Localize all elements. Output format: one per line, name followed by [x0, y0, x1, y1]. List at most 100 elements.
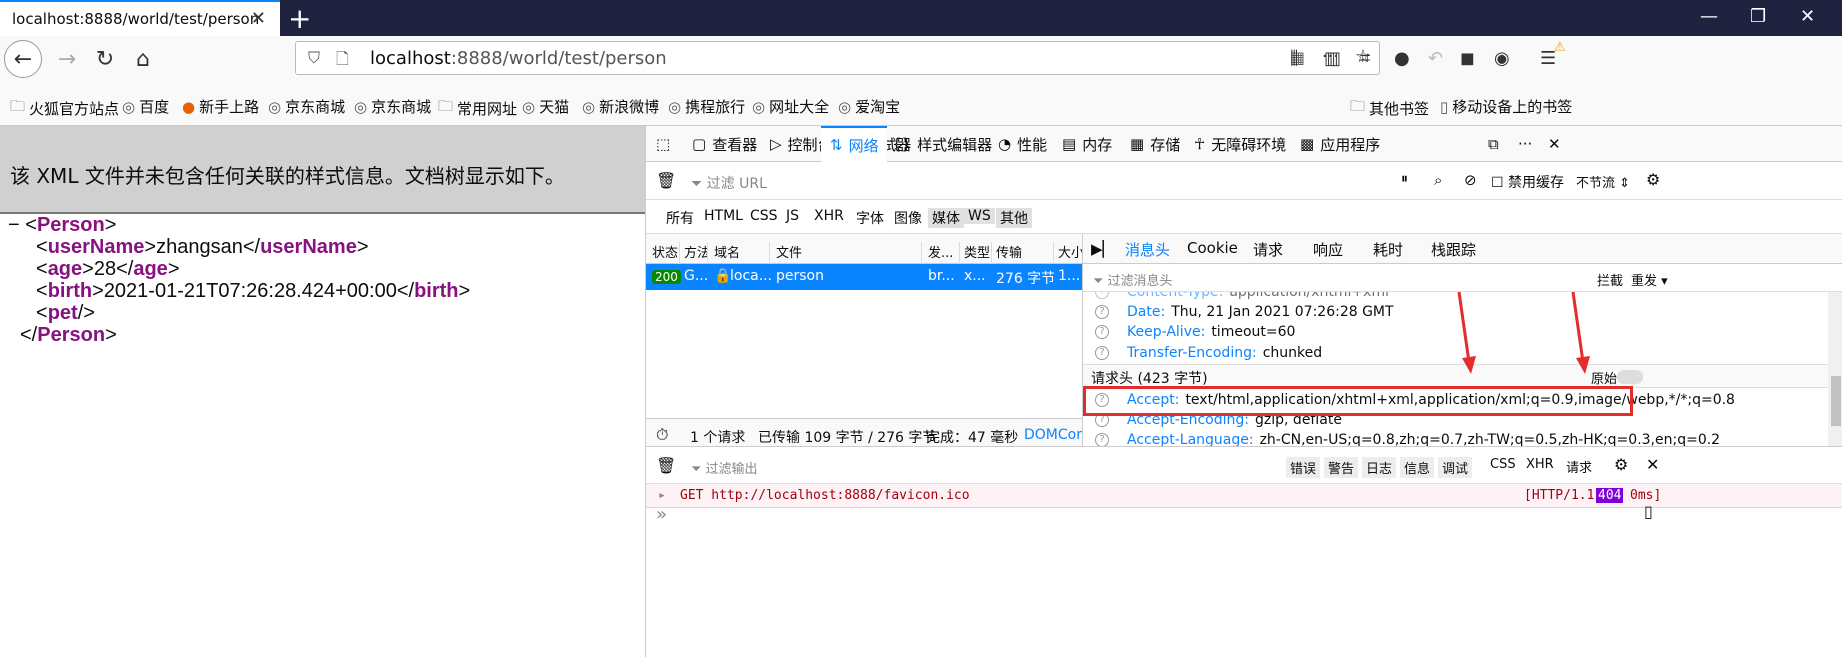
- library-icon[interactable]: ⫼: [1290, 48, 1298, 69]
- col-status[interactable]: 状态: [652, 242, 680, 264]
- home-button[interactable]: ⌂: [124, 40, 162, 78]
- bookmark-item[interactable]: 🗀 火狐官方站点: [10, 96, 119, 121]
- extension-icon[interactable]: ◼: [1460, 48, 1475, 69]
- trash-icon[interactable]: 🗑: [656, 456, 676, 475]
- expand-icon[interactable]: ▸: [658, 488, 666, 503]
- dock-icon[interactable]: ⧉: [1488, 126, 1499, 162]
- console-error-row[interactable]: ▸ GET http://localhost:8888/favicon.ico …: [646, 484, 1842, 508]
- bookmark-item[interactable]: ◎ 新浪微博: [582, 96, 659, 117]
- type-media[interactable]: 媒体: [928, 208, 964, 228]
- tab-style-editor[interactable]: {} 样式编辑器: [892, 126, 992, 162]
- tab-storage[interactable]: ▦ 存储: [1130, 126, 1180, 162]
- bookmark-item[interactable]: ◎ 网址大全: [752, 96, 829, 117]
- type-css[interactable]: CSS: [746, 208, 782, 224]
- tab-response[interactable]: 响应: [1313, 239, 1343, 260]
- bookmark-item[interactable]: ◎ 携程旅行: [668, 96, 745, 117]
- tab-memory[interactable]: ▤ 内存: [1062, 126, 1112, 162]
- scrollbar-thumb[interactable]: [1831, 376, 1841, 426]
- block-button[interactable]: 拦截: [1597, 270, 1623, 289]
- bookmark-item[interactable]: 🗀 常用网址: [438, 96, 517, 121]
- bookmark-item[interactable]: ◎ 爱淘宝: [838, 96, 900, 117]
- filter-url-input[interactable]: ⏷ 过滤 URL: [691, 173, 767, 193]
- tab-performance[interactable]: ◔ 性能: [998, 126, 1047, 162]
- level-debug[interactable]: 调试: [1438, 457, 1473, 478]
- console-prompt[interactable]: »: [656, 504, 667, 525]
- resend-button[interactable]: 重发 ▾: [1631, 270, 1668, 289]
- type-other[interactable]: 其他: [996, 208, 1032, 228]
- bookmark-item[interactable]: ● 新手上路: [182, 96, 259, 117]
- tab-application[interactable]: ▩ 应用程序: [1300, 126, 1380, 162]
- tab-accessibility[interactable]: ☥ 无障碍环境: [1194, 126, 1286, 162]
- other-bookmarks[interactable]: 🗀 其他书签: [1350, 96, 1429, 121]
- tab-request[interactable]: 请求: [1253, 239, 1283, 260]
- throttle-select[interactable]: 不节流 ⇕: [1576, 172, 1630, 191]
- filter-headers-input[interactable]: ⏷ 过滤消息头: [1093, 270, 1173, 289]
- filter-output-input[interactable]: ⏷ 过滤输出: [691, 458, 758, 477]
- reload-button[interactable]: ↻: [86, 40, 124, 78]
- screenshot-icon[interactable]: ⌗: [1360, 48, 1370, 69]
- toggle-requests[interactable]: 请求: [1566, 457, 1592, 476]
- bookmark-item[interactable]: ◎ 百度: [122, 96, 169, 117]
- level-info[interactable]: 信息: [1400, 457, 1435, 478]
- chat-icon[interactable]: ●: [1394, 48, 1410, 69]
- level-logs[interactable]: 日志: [1362, 457, 1397, 478]
- col-type[interactable]: 类型: [964, 242, 992, 264]
- gear-icon[interactable]: ⚙: [1646, 170, 1660, 189]
- tab-inspector[interactable]: ▢ 查看器: [692, 126, 757, 162]
- level-warnings[interactable]: 警告: [1324, 457, 1359, 478]
- browser-tab[interactable]: localhost:8888/world/test/person ✕: [0, 0, 280, 36]
- minimize-icon[interactable]: —: [1700, 6, 1718, 27]
- type-fonts[interactable]: 字体: [852, 208, 888, 228]
- mobile-bookmarks[interactable]: ▯ 移动设备上的书签: [1440, 96, 1572, 117]
- tab-stack-trace[interactable]: 栈跟踪: [1431, 239, 1476, 260]
- col-transferred[interactable]: 传输: [996, 242, 1054, 264]
- new-tab-icon[interactable]: +: [288, 2, 311, 35]
- pause-icon[interactable]: ⏸: [1401, 171, 1408, 187]
- toggle-css[interactable]: CSS: [1490, 457, 1516, 472]
- collapse-toggle[interactable]: −: [8, 214, 20, 236]
- forward-button[interactable]: →: [48, 40, 86, 78]
- request-row[interactable]: 200 G... 🔒 loca... person br... x... 276…: [646, 264, 1156, 290]
- tab-network-active[interactable]: ⇅ 网络: [822, 126, 887, 162]
- sidebar-icon[interactable]: ▥: [1324, 48, 1341, 69]
- type-all[interactable]: 所有: [662, 208, 698, 228]
- raw-toggle[interactable]: [1617, 370, 1643, 384]
- level-errors[interactable]: 错误: [1286, 457, 1321, 478]
- type-ws[interactable]: WS: [964, 208, 995, 224]
- type-html[interactable]: HTML: [700, 208, 747, 224]
- shield-icon[interactable]: ⛉: [308, 48, 320, 68]
- col-file[interactable]: 文件: [776, 242, 922, 264]
- scrollbar[interactable]: [1828, 292, 1842, 446]
- trash-icon[interactable]: 🗑: [656, 171, 676, 190]
- close-tab-icon[interactable]: ✕: [251, 8, 266, 29]
- tab-headers[interactable]: 消息头: [1125, 239, 1170, 260]
- toggle-sidebar-icon[interactable]: ▶▏: [1091, 240, 1114, 258]
- page-info-icon[interactable]: 🗋: [336, 48, 349, 75]
- restore-icon[interactable]: ❐: [1750, 6, 1766, 27]
- bookmark-item[interactable]: ◎ 京东商城: [268, 96, 345, 117]
- close-window-icon[interactable]: ✕: [1800, 6, 1815, 27]
- url-bar[interactable]: ⛉ 🗋 localhost:8888/world/test/person ▦ ·…: [295, 41, 1380, 75]
- search-icon[interactable]: ⌕: [1434, 171, 1442, 189]
- more-options-icon[interactable]: ···: [1518, 126, 1532, 162]
- block-icon[interactable]: ⊘: [1464, 171, 1477, 189]
- gear-icon[interactable]: ⚙: [1614, 455, 1628, 474]
- col-domain[interactable]: 域名: [714, 242, 770, 264]
- undo-icon[interactable]: ↶: [1428, 48, 1443, 69]
- type-images[interactable]: 图像: [890, 208, 926, 228]
- col-initiator[interactable]: 发...: [928, 242, 960, 264]
- disable-cache-checkbox[interactable]: ☐ 禁用缓存: [1491, 172, 1564, 192]
- toggle-xhr[interactable]: XHR: [1526, 457, 1554, 472]
- close-devtools-icon[interactable]: ✕: [1548, 126, 1561, 162]
- tab-timings[interactable]: 耗时: [1373, 239, 1403, 260]
- account-icon[interactable]: ◉: [1494, 48, 1510, 69]
- split-console-icon[interactable]: ▯: [1644, 502, 1653, 521]
- type-xhr[interactable]: XHR: [810, 208, 848, 224]
- back-button[interactable]: ←: [4, 40, 42, 78]
- pick-element-icon[interactable]: ⬚: [656, 126, 670, 162]
- tab-cookies[interactable]: Cookie: [1187, 239, 1238, 257]
- bookmark-item[interactable]: ◎ 天猫: [522, 96, 569, 117]
- bookmark-item[interactable]: ◎ 京东商城: [354, 96, 431, 117]
- col-method[interactable]: 方法: [684, 242, 708, 264]
- type-js[interactable]: JS: [782, 208, 803, 224]
